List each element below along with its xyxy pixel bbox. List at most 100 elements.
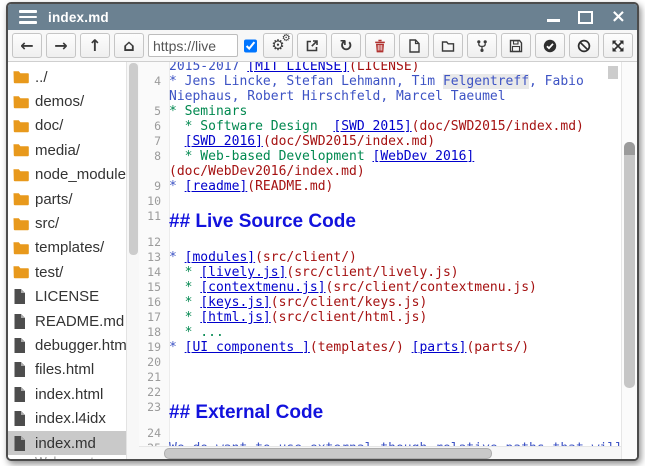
cancel-button[interactable]	[569, 33, 599, 58]
fullscreen-button[interactable]	[603, 33, 633, 58]
file-sidebar: ../ demos/doc/media/node_modules/parts/sr…	[8, 62, 126, 459]
code-text: * Web-based Development [WebDev 2016]	[169, 149, 474, 164]
code-text: * Jens Lincke, Stefan Lehmann, Tim Felge…	[169, 74, 584, 89]
code-line: 7 [SWD 2016](doc/SWD2015/index.md)	[139, 134, 621, 149]
file-label: index.html	[35, 386, 103, 403]
folder-label: ../	[35, 69, 48, 86]
code-line: 12	[139, 235, 621, 250]
settings-button[interactable]: ⚙⚙	[263, 33, 293, 58]
editor-hscrollbar[interactable]	[139, 446, 621, 459]
window-controls: ×	[547, 10, 626, 24]
file-item[interactable]: index.l4idx	[8, 406, 126, 430]
minimize-icon[interactable]	[547, 19, 560, 22]
auto-load-checkbox[interactable]	[244, 39, 257, 53]
line-number: 12	[139, 235, 169, 250]
new-file-button[interactable]	[399, 33, 429, 58]
line-number: 24	[139, 426, 169, 441]
code-line: 18 * ...	[139, 325, 621, 340]
window-scrollbar[interactable]	[621, 62, 637, 459]
window-titlebar[interactable]: index.md ×	[8, 4, 637, 30]
line-number: 4	[139, 74, 169, 89]
folder-item[interactable]: templates/	[8, 236, 126, 260]
code-text: * [UI components ](templates/) [parts](p…	[169, 340, 529, 355]
folder-item[interactable]: media/	[8, 138, 126, 162]
folder-item[interactable]: src/	[8, 211, 126, 235]
reload-button[interactable]: ↻	[331, 33, 361, 58]
external-link-icon	[305, 39, 319, 53]
folder-item[interactable]: ../	[8, 65, 126, 89]
file-item[interactable]: index.md	[8, 431, 126, 455]
code-text: * [html.js](src/client/html.js)	[169, 310, 427, 325]
folder-icon	[441, 39, 455, 53]
line-number: 20	[139, 355, 169, 370]
file-item[interactable]: LICENSE	[8, 285, 126, 309]
folder-item[interactable]: doc/	[8, 114, 126, 138]
ban-icon	[577, 39, 591, 53]
toolbar: ← →↑⌂ ⚙⚙ ↻	[8, 30, 637, 62]
delete-button[interactable]	[365, 33, 395, 58]
folder-icon	[13, 217, 29, 231]
code-text: * [keys.js](src/client/keys.js)	[169, 295, 427, 310]
code-line: 14 * [lively.js](src/client/lively.js)	[139, 265, 621, 280]
sidebar-scrollbar-thumb[interactable]	[129, 63, 138, 255]
file-item[interactable]: files.html	[8, 358, 126, 382]
file-item[interactable]: README.md	[8, 309, 126, 333]
file-icon	[13, 338, 29, 353]
folder-label: doc/	[35, 117, 63, 134]
folder-item[interactable]: parts/	[8, 187, 126, 211]
line-number: 21	[139, 370, 169, 385]
folder-item[interactable]: test/	[8, 260, 126, 284]
versions-button[interactable]	[467, 33, 497, 58]
folder-icon	[13, 143, 29, 157]
file-item[interactable]: index.html	[8, 382, 126, 406]
code-text: 2015-2017 [MIT LICENSE](LICENSE)	[169, 62, 419, 74]
window-scrollbar-thumb[interactable]	[624, 142, 635, 388]
line-number: 23	[139, 400, 169, 415]
code-line: 11## Live Source Code	[139, 209, 621, 235]
accept-button[interactable]	[535, 33, 565, 58]
code-line: 20	[139, 355, 621, 370]
code-line: 6 * Software Design [SWD 2015](doc/SWD20…	[139, 119, 621, 134]
sidebar-scrollbar[interactable]	[126, 62, 139, 459]
save-button[interactable]	[501, 33, 531, 58]
file-icon	[13, 387, 29, 402]
line-number: 9	[139, 179, 169, 194]
window-title: index.md	[48, 10, 109, 25]
file-preview-text: Welcome to	[8, 455, 126, 459]
arrow-left-icon: ←	[20, 38, 33, 54]
home-button[interactable]: ⌂	[114, 33, 144, 58]
file-label: README.md	[35, 313, 124, 330]
open-external-button[interactable]	[297, 33, 327, 58]
editor-hscrollbar-thumb[interactable]	[164, 448, 492, 459]
markdown-editor[interactable]: 2015-2017 [MIT LICENSE](LICENSE)4* Jens …	[139, 62, 621, 459]
editor-vscrollbar-thumb[interactable]	[608, 66, 618, 79]
line-number: 5	[139, 104, 169, 119]
maximize-icon[interactable]	[578, 11, 593, 24]
line-number: 7	[139, 134, 169, 149]
folder-icon	[13, 265, 29, 279]
new-folder-button[interactable]	[433, 33, 463, 58]
url-input[interactable]	[148, 34, 238, 57]
line-number: 11	[139, 209, 169, 224]
forward-button[interactable]: →	[46, 33, 76, 58]
code-pane[interactable]: 2015-2017 [MIT LICENSE](LICENSE)4* Jens …	[139, 62, 621, 447]
back-button[interactable]: ←	[12, 33, 42, 58]
menu-icon[interactable]	[19, 10, 37, 24]
file-label: files.html	[35, 361, 94, 378]
refresh-icon: ↻	[339, 38, 352, 54]
trash-icon	[373, 39, 387, 53]
folder-item[interactable]: node_modules/	[8, 163, 126, 187]
line-number: 14	[139, 265, 169, 280]
up-button[interactable]: ↑	[80, 33, 110, 58]
folder-item[interactable]: demos/	[8, 89, 126, 113]
close-icon[interactable]: ×	[611, 10, 626, 24]
line-number	[139, 89, 169, 104]
window-scrollbar-thumb-cap	[624, 142, 635, 155]
line-number: 6	[139, 119, 169, 134]
code-line: (doc/WebDev2016/index.md)	[139, 164, 621, 179]
folder-label: media/	[35, 142, 80, 159]
line-number: 19	[139, 340, 169, 355]
line-number	[139, 62, 169, 74]
code-line: 9* [readme](README.md)	[139, 179, 621, 194]
file-item[interactable]: debugger.html	[8, 333, 126, 357]
